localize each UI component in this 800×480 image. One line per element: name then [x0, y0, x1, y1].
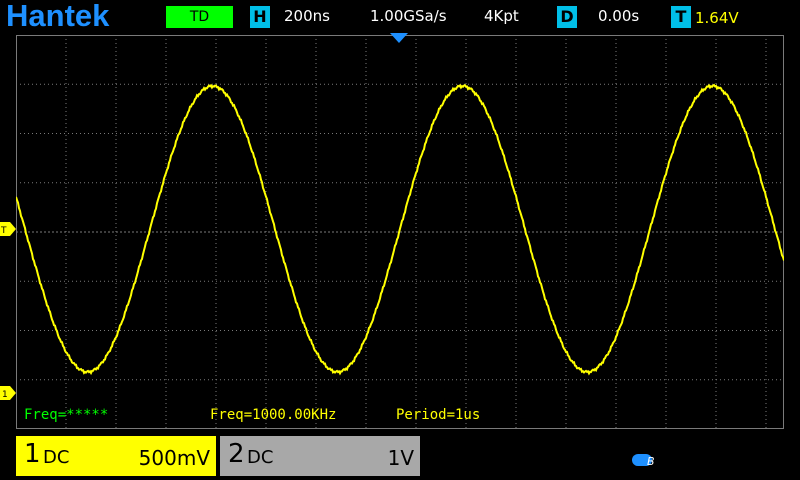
- trigger-marker-label: T: [0, 226, 7, 236]
- channel2-coupling: DC: [247, 447, 274, 468]
- ch1-offset-marker[interactable]: 1: [0, 386, 16, 400]
- delay-value[interactable]: 0.00s: [598, 7, 639, 25]
- channel2-number: 2: [228, 439, 245, 469]
- channel1-coupling: DC: [43, 447, 70, 468]
- timebase-value[interactable]: 200ns: [284, 7, 330, 25]
- waveform-display[interactable]: [16, 35, 784, 429]
- channel2-info-box[interactable]: 2 DC 1V: [220, 436, 420, 476]
- brand-logo: Hantek: [6, 0, 110, 33]
- frequency-counter-readout: Freq=*****: [24, 407, 109, 423]
- ch1-frequency-readout: Freq=1000.00KHz: [210, 407, 337, 423]
- trigger-tag: T: [671, 6, 691, 28]
- channel1-scale: 500mV: [138, 446, 210, 470]
- svg-text:B: B: [647, 455, 655, 468]
- trigger-level-value[interactable]: 1.64V: [695, 9, 739, 27]
- channel2-scale: 1V: [387, 446, 414, 470]
- delay-tag: D: [557, 6, 577, 28]
- channel1-info-box[interactable]: 1 DC 500mV: [16, 436, 216, 476]
- trigger-position-marker[interactable]: [390, 33, 408, 43]
- ch1-marker-label: 1: [2, 390, 8, 400]
- channel1-number: 1: [24, 439, 41, 469]
- sample-rate-value: 1.00GSa/s: [370, 7, 447, 25]
- acquisition-mode-badge[interactable]: TD: [166, 6, 233, 28]
- usb-device-icon: B: [632, 454, 655, 468]
- ch1-period-readout: Period=1us: [396, 407, 481, 423]
- memory-depth-value: 4Kpt: [484, 7, 519, 25]
- top-status-bar: Hantek TD H 200ns 1.00GSa/s 4Kpt D 0.00s…: [0, 0, 800, 34]
- horizontal-tag: H: [250, 6, 270, 28]
- trigger-level-marker[interactable]: T: [0, 222, 16, 236]
